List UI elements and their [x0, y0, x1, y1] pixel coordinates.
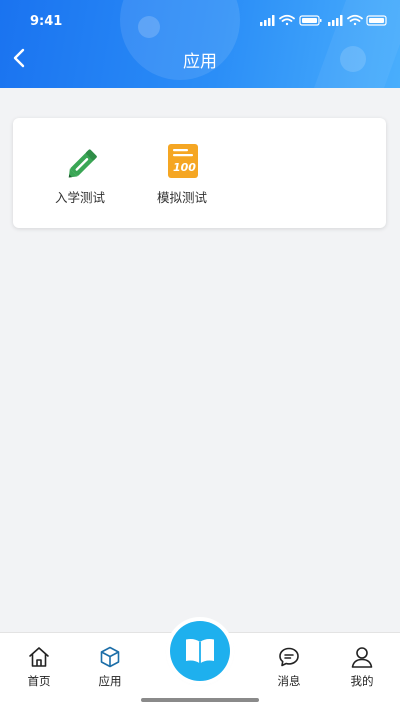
svg-text:100: 100: [173, 161, 196, 174]
nav-item-home[interactable]: 首页: [14, 643, 64, 693]
header: 9:41 应用: [0, 0, 400, 88]
book-icon: [186, 639, 214, 664]
nav-label: 应用: [98, 674, 122, 688]
home-indicator: [141, 698, 259, 702]
home-icon: [29, 647, 49, 667]
nav-label: 我的: [350, 674, 374, 688]
center-book-button[interactable]: [170, 621, 230, 681]
app-entrance-test[interactable]: 入学测试: [35, 118, 125, 228]
cube-icon: [100, 646, 120, 668]
apps-card: 入学测试 100 模拟测试: [13, 118, 386, 228]
user-icon: [351, 647, 373, 668]
pencil-icon: [64, 143, 98, 178]
status-icons: [260, 14, 387, 26]
signal-icon: [328, 15, 343, 26]
exam-paper-icon: 100: [166, 143, 200, 178]
nav-label: 首页: [27, 674, 51, 688]
signal-icon: [260, 15, 275, 26]
app-label: 模拟测试: [156, 190, 207, 205]
battery-icon: [366, 15, 387, 26]
app-mock-test[interactable]: 100 模拟测试: [137, 118, 227, 228]
header-decoration: [138, 16, 160, 38]
wifi-icon: [279, 14, 295, 26]
nav-item-messages[interactable]: 消息: [264, 643, 314, 693]
nav-item-apps[interactable]: 应用: [85, 643, 135, 693]
nav-label: 消息: [277, 674, 301, 688]
battery-icon: [299, 15, 322, 26]
page-title: 应用: [183, 52, 217, 72]
message-icon: [279, 647, 299, 667]
status-time: 9:41: [30, 14, 63, 29]
wifi-icon: [347, 14, 363, 26]
nav-item-mine[interactable]: 我的: [337, 643, 387, 693]
app-label: 入学测试: [54, 190, 105, 205]
app-screen: 9:41 应用 入学测试 100 模拟测试 首页 应用 消息 我的: [0, 0, 400, 711]
